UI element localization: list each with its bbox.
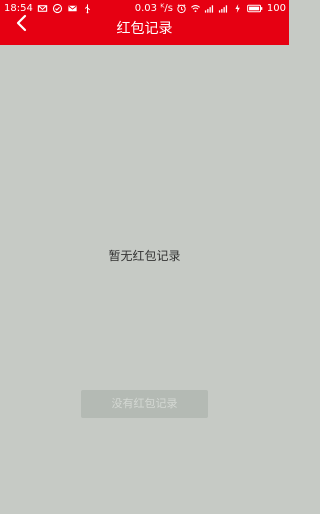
network-speed: 0.03 ᴷ/s xyxy=(134,3,173,14)
status-bar: 18:54 0.03 ᴷ/s 100 xyxy=(0,0,289,17)
check-circle-icon xyxy=(52,3,63,14)
wifi-icon xyxy=(190,3,201,14)
battery-level: 100 xyxy=(266,3,286,14)
top-app-bar: 18:54 0.03 ᴷ/s 100 红包记录 xyxy=(0,0,289,45)
mail-icon xyxy=(67,3,78,14)
charging-icon xyxy=(232,3,243,14)
signal-icon xyxy=(218,3,229,14)
battery-icon xyxy=(246,3,264,14)
status-right-group: 0.03 ᴷ/s 100 xyxy=(135,0,286,17)
mail-icon xyxy=(37,3,48,14)
empty-state-message: 暂无红包记录 xyxy=(108,249,181,263)
usb-icon xyxy=(82,3,93,14)
no-red-packet-button[interactable]: 没有红包记录 xyxy=(81,390,208,418)
page-title: 红包记录 xyxy=(116,21,173,37)
signal-icon xyxy=(204,3,215,14)
alarm-icon xyxy=(176,3,187,14)
